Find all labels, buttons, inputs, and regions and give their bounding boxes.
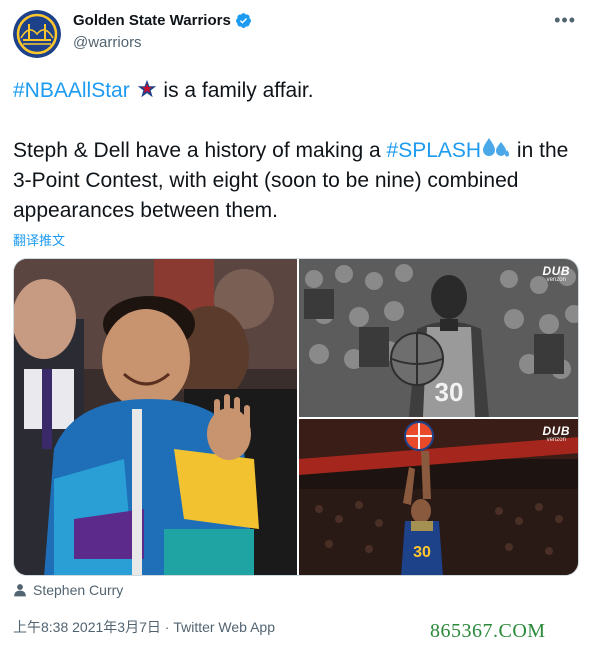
tweet-text: #NBAAllStar is a family affair. Steph & … [13,76,583,226]
photo-steph-shooting-image: 30 [299,419,578,575]
tweet-time[interactable]: 上午8:38 [13,619,68,635]
tagged-person-name[interactable]: Stephen Curry [33,582,123,598]
tweet-source[interactable]: Twitter Web App [173,619,275,635]
jersey-number: 30 [435,377,464,407]
media-grid[interactable]: 30 DUB verizon 30 DUB verizon [13,258,579,576]
dub-sponsor-text: verizon [546,277,566,283]
display-name[interactable]: Golden State Warriors [73,12,231,29]
tweet-date[interactable]: 2021年3月7日 [72,619,161,635]
person-tag-icon [14,584,26,597]
photo-steph-child-image [14,259,297,575]
dub-brand-text: DUB [542,264,570,278]
photo-dell-curry-image: 30 [299,259,578,417]
hashtag-link[interactable]: #SPLASH [387,139,482,162]
watermark: 865367.COM [430,620,546,642]
hashtag-link[interactable]: #NBAAllStar [13,79,130,102]
meta-separator: · [160,619,174,635]
tweet-line1-text: is a family affair. [163,79,314,102]
translate-link[interactable]: 翻译推文 [13,230,65,249]
allstar-emoji-icon [137,79,156,98]
photo-dell-curry[interactable]: 30 DUB verizon [299,259,578,417]
jersey-number-steph: 30 [413,544,431,561]
avatar[interactable] [13,10,61,58]
dub-badge: DUB verizon [543,425,571,443]
verified-badge-icon [235,13,251,28]
handle[interactable]: @warriors [73,34,142,51]
tagged-people[interactable]: Stephen Curry [13,582,123,598]
photo-steph-shooting[interactable]: 30 DUB verizon [299,419,578,575]
dub-badge: DUB verizon [543,265,571,283]
tweet-meta: 上午8:38 2021年3月7日 · Twitter Web App [13,617,275,637]
photo-steph-child[interactable] [14,259,297,575]
tweet-line2-text: Steph & Dell have a history of making a [13,139,387,162]
dub-brand-text: DUB [542,424,570,438]
more-icon[interactable]: ••• [554,10,576,31]
warriors-logo-icon [13,10,61,58]
splash-emoji-icon [483,138,510,157]
dub-sponsor-text: verizon [546,437,566,443]
